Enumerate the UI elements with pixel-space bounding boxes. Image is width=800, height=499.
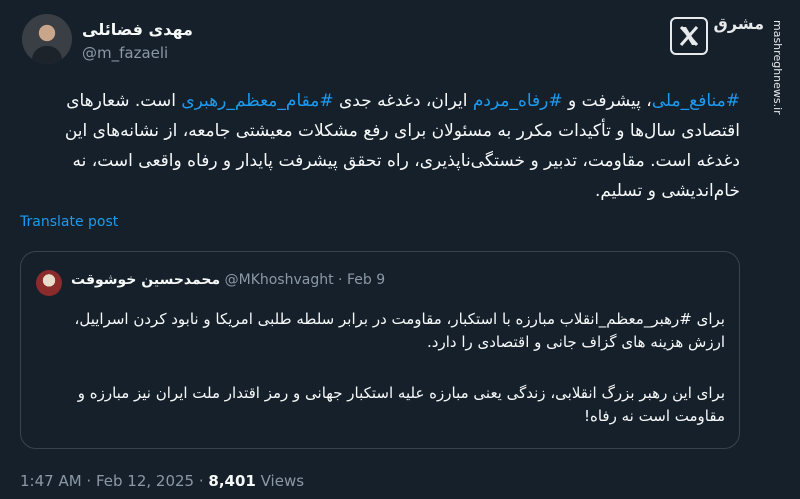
translate-post-link[interactable]: Translate post [20, 214, 118, 230]
hashtag-link[interactable]: #مقام_معظم_رهبری [181, 91, 333, 111]
views-label: Views [255, 472, 305, 490]
tweet-text-segment: ، پیشرفت و [562, 91, 652, 111]
tweet-date[interactable]: Feb 12, 2025 [96, 472, 194, 490]
brand-url-text: mashreghnews.ir [771, 20, 784, 115]
quote-date[interactable]: Feb 9 [347, 272, 385, 288]
footer-separator: · [81, 472, 96, 490]
views-count: 8,401 [208, 472, 256, 490]
tweet-text: #منافع_ملی، پیشرفت و #رفاه_مردم ایران، د… [60, 86, 740, 206]
footer-separator: · [194, 472, 209, 490]
quote-handle[interactable]: @MKhoshvaght [225, 272, 334, 288]
author-handle[interactable]: @m_fazaeli [82, 44, 168, 62]
quote-header: محمدحسین خوشوقت @MKhoshvaght · Feb 9 [71, 272, 385, 288]
tweet-meta-footer: 1:47 AM · Feb 12, 2025 · 8,401 Views [20, 472, 304, 490]
quote-text-segment: برای [691, 310, 725, 328]
quoted-tweet[interactable]: محمدحسین خوشوقت @MKhoshvaght · Feb 9 برا… [20, 251, 740, 449]
brand-logo: مشرق [713, 14, 764, 33]
tweet-card: مهدی فضائلی @m_fazaeli مشرق mashreghnews… [0, 0, 800, 499]
quote-display-name[interactable]: محمدحسین خوشوقت [71, 272, 220, 288]
x-logo-icon [670, 17, 708, 55]
tweet-time[interactable]: 1:47 AM [20, 472, 82, 490]
quote-hashtag[interactable]: #رهبر_معظم_انقلاب [560, 310, 692, 328]
hashtag-link[interactable]: #منافع_ملی [652, 91, 740, 111]
hashtag-link[interactable]: #رفاه_مردم [473, 91, 563, 111]
avatar[interactable] [22, 14, 72, 64]
author-display-name[interactable]: مهدی فضائلی [82, 20, 193, 39]
quote-separator: · [333, 272, 347, 288]
quote-text: برای #رهبر_معظم_انقلاب مبارزه با استکبار… [35, 308, 725, 428]
tweet-text-segment: ایران، دغدغه جدی [333, 91, 473, 111]
brand-url-watermark: mashreghnews.ir [770, 20, 788, 130]
quote-paragraph: برای این رهبر بزرگ انقلابی، زندگی یعنی م… [77, 384, 725, 425]
quote-avatar[interactable] [36, 270, 62, 296]
quote-paragraph: برای #رهبر_معظم_انقلاب مبارزه با استکبار… [35, 308, 725, 354]
